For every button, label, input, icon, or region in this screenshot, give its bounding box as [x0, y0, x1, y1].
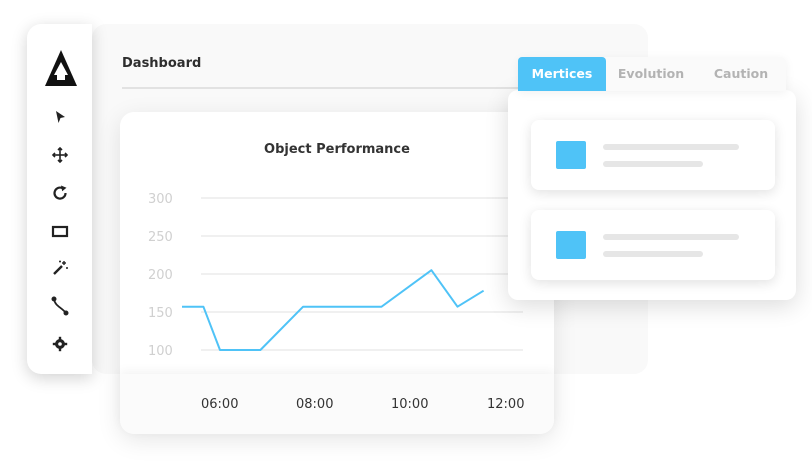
y-tick-label: 250 [148, 230, 173, 245]
select-arrow-icon[interactable] [47, 104, 73, 130]
metric-square-icon [556, 141, 586, 169]
move-icon[interactable] [47, 142, 73, 168]
y-tick-label: 100 [148, 344, 173, 359]
y-tick-label: 300 [148, 192, 173, 207]
logo-triangle-icon [44, 48, 78, 88]
magic-wand-icon[interactable] [47, 255, 73, 281]
rotate-icon[interactable] [47, 180, 73, 206]
series-line [182, 269, 485, 351]
curve-icon[interactable] [47, 293, 73, 319]
y-tick-label: 150 [148, 306, 173, 321]
settings-gear-icon[interactable] [47, 331, 73, 357]
dashboard-divider [122, 87, 532, 89]
tab-caution[interactable]: Caution [696, 57, 786, 91]
placeholder-line [603, 161, 703, 167]
placeholder-line [603, 234, 739, 240]
placeholder-line [603, 251, 703, 257]
tab-evolution[interactable]: Evolution [606, 57, 696, 91]
x-tick-label: 12:00 [487, 397, 525, 412]
x-tick-label: 10:00 [391, 397, 429, 412]
performance-chart: 300 250 200 150 100 [148, 192, 523, 359]
metric-card[interactable] [531, 120, 775, 190]
tab-mertices[interactable]: Mertices [518, 57, 606, 91]
dashboard-title: Dashboard [122, 56, 202, 71]
x-tick-label: 08:00 [296, 397, 334, 412]
x-tick-label: 06:00 [201, 397, 239, 412]
placeholder-line [603, 144, 739, 150]
metric-square-icon [556, 231, 586, 259]
rectangle-icon[interactable] [47, 218, 73, 244]
y-tick-label: 200 [148, 268, 173, 283]
metric-card[interactable] [531, 210, 775, 280]
